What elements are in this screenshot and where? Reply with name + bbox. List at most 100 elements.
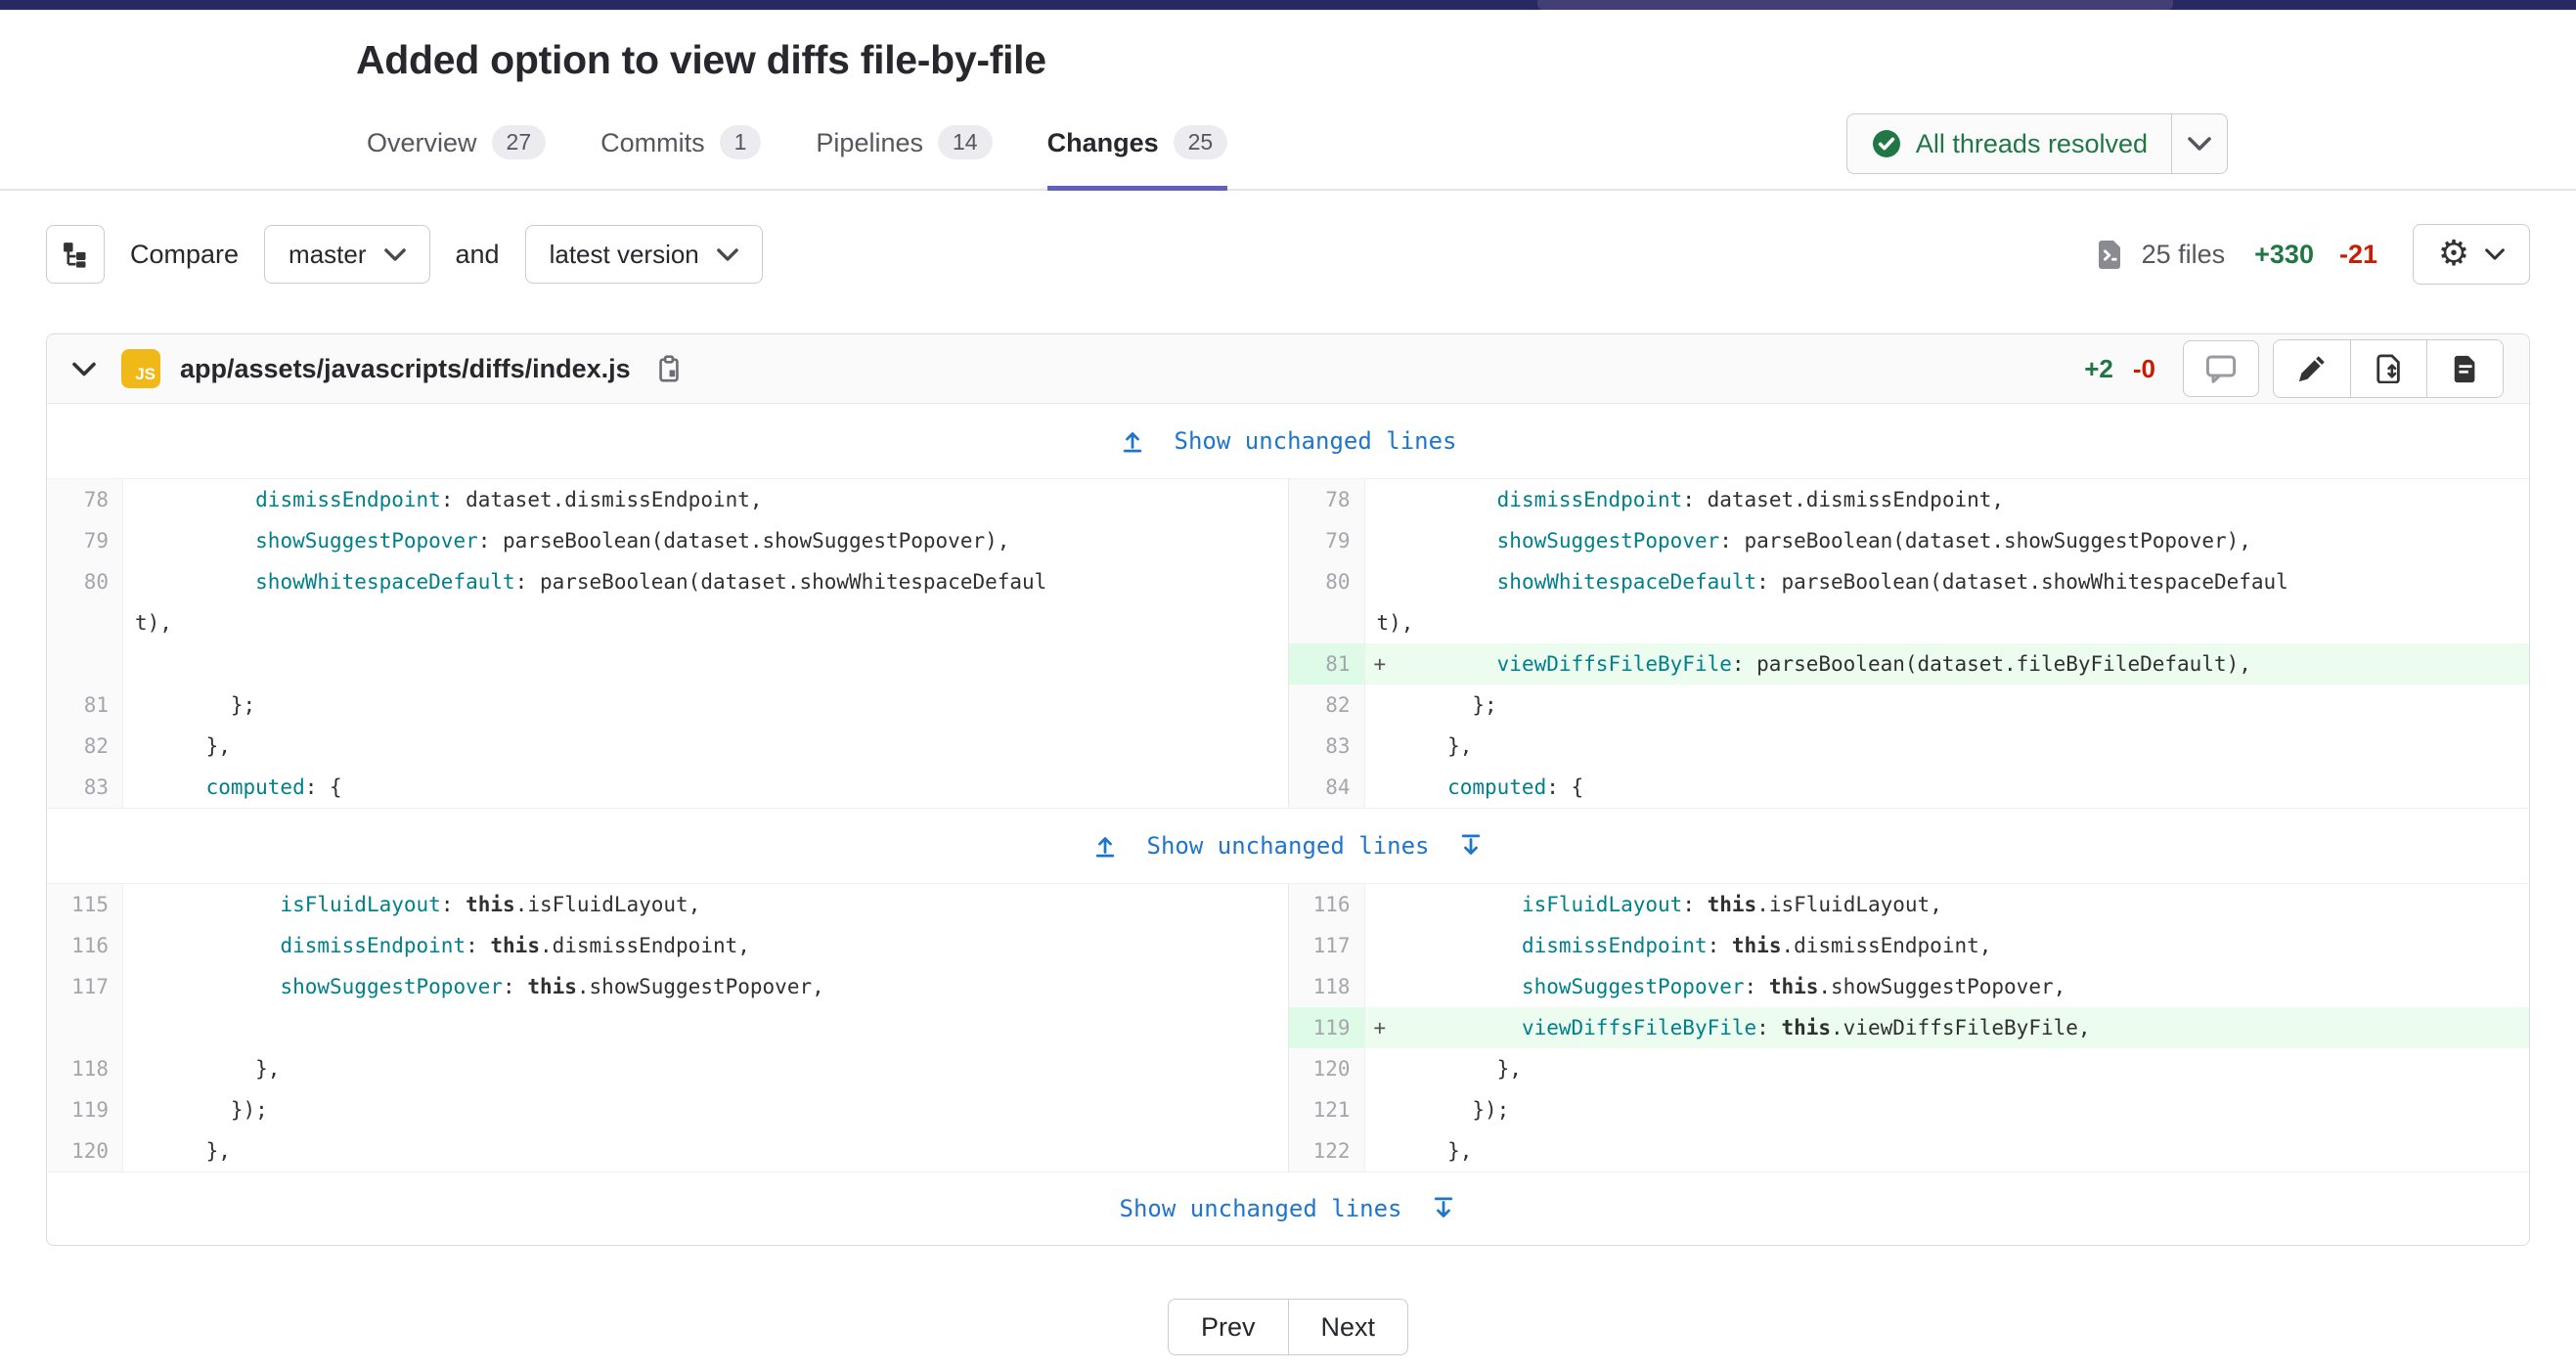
file-deletions: -0 [2133, 354, 2155, 384]
line-number[interactable]: 118 [1288, 966, 1365, 1007]
show-unchanged-lines-link[interactable]: Show unchanged lines [47, 1172, 2529, 1245]
line-number[interactable]: 79 [1288, 520, 1365, 561]
diff-settings-button[interactable]: ⚙ [2413, 224, 2530, 285]
source-branch-value: master [289, 240, 366, 270]
expander-label: Show unchanged lines [1147, 832, 1430, 860]
chevron-down-icon [717, 248, 738, 261]
code-line: }; [1365, 685, 2530, 726]
diff-marker [123, 726, 156, 767]
next-file-button[interactable]: Next [1288, 1299, 1409, 1355]
code-line: }, [123, 1048, 1288, 1089]
file-tree-toggle-button[interactable] [46, 225, 105, 284]
code-line: showWhitespaceDefault: parseBoolean(data… [123, 561, 1288, 602]
line-number[interactable]: 84 [1288, 767, 1365, 808]
diff-marker: + [1365, 643, 1399, 685]
diff-marker [123, 884, 156, 925]
tab-overview[interactable]: Overview 27 [367, 125, 546, 189]
line-number[interactable]: 80 [47, 561, 123, 602]
line-number[interactable]: 78 [47, 479, 123, 520]
expand-down-icon [1431, 1196, 1456, 1221]
line-number[interactable]: 119 [47, 1089, 123, 1130]
diff-row: 118 }, 120 }, [47, 1048, 2529, 1089]
pencil-icon [2297, 354, 2327, 383]
line-number[interactable]: 80 [1288, 561, 1365, 602]
tab-label: Changes [1047, 126, 1159, 159]
tab-count-badge: 14 [938, 125, 993, 159]
file-additions: +2 [2084, 354, 2113, 384]
line-number[interactable]: 116 [47, 925, 123, 966]
line-number[interactable]: 117 [1288, 925, 1365, 966]
doc-versions-icon [2375, 354, 2404, 383]
line-number[interactable]: 81 [1288, 643, 1365, 685]
code-text: }); [1399, 1089, 1510, 1130]
line-number[interactable]: 116 [1288, 884, 1365, 925]
code-text: viewDiffsFileByFile: parseBoolean(datase… [1399, 643, 2251, 685]
file-path[interactable]: app/assets/javascripts/diffs/index.js [180, 354, 631, 384]
code-text: }, [156, 1048, 280, 1089]
code-text: t), [135, 602, 172, 643]
copy-path-button[interactable] [650, 350, 688, 387]
line-number[interactable]: 79 [47, 520, 123, 561]
expander-label: Show unchanged lines [1120, 1195, 1402, 1222]
diff-row: 120 },122 }, [47, 1130, 2529, 1172]
code-line: }, [123, 1130, 1288, 1172]
line-number[interactable]: 117 [47, 966, 123, 1007]
view-file-button[interactable] [2426, 340, 2503, 397]
line-number[interactable]: 120 [47, 1130, 123, 1172]
diff-marker [1365, 479, 1399, 520]
diff-row: 80 showWhitespaceDefault: parseBoolean(d… [47, 561, 2529, 602]
file-pagination: Prev Next [0, 1299, 2576, 1355]
code-text: dismissEndpoint: this.dismissEndpoint, [1399, 925, 1992, 966]
target-version-value: latest version [550, 240, 699, 270]
target-version-dropdown[interactable]: latest version [525, 225, 763, 284]
tab-changes[interactable]: Changes 25 [1047, 125, 1228, 189]
code-text: showSuggestPopover: parseBoolean(dataset… [1399, 520, 2251, 561]
line-number[interactable]: 81 [47, 685, 123, 726]
check-circle-icon [1871, 128, 1902, 159]
gear-icon: ⚙ [2438, 237, 2469, 272]
line-number[interactable]: 122 [1288, 1130, 1365, 1172]
code-line: showWhitespaceDefault: parseBoolean(data… [1365, 561, 2530, 602]
line-number[interactable]: 118 [47, 1048, 123, 1089]
threads-resolved-main[interactable]: All threads resolved [1847, 114, 2171, 173]
code-line: showSuggestPopover: parseBoolean(dataset… [1365, 520, 2530, 561]
edit-file-button[interactable] [2274, 340, 2350, 397]
code-text: dismissEndpoint: this.dismissEndpoint, [156, 925, 750, 966]
doc-code-icon [2095, 239, 2126, 270]
line-number[interactable]: 82 [47, 726, 123, 767]
diff-marker [123, 685, 156, 726]
tab-commits[interactable]: Commits 1 [600, 125, 761, 189]
diff-row: 81+ viewDiffsFileByFile: parseBoolean(da… [47, 643, 2529, 685]
show-unchanged-lines-link[interactable]: Show unchanged lines [47, 808, 2529, 884]
navbar-search-field[interactable] [1537, 0, 2173, 10]
diff-marker [1365, 884, 1399, 925]
line-number[interactable]: 119 [1288, 1007, 1365, 1048]
prev-file-button[interactable]: Prev [1168, 1299, 1289, 1355]
diff-marker [123, 767, 156, 808]
diff-row: 117 showSuggestPopover: this.showSuggest… [47, 966, 2529, 1007]
code-text: computed: { [156, 767, 342, 808]
line-number[interactable]: 83 [1288, 726, 1365, 767]
diff-marker [1365, 602, 1377, 643]
line-number[interactable]: 115 [47, 884, 123, 925]
line-number[interactable]: 78 [1288, 479, 1365, 520]
tab-count-badge: 25 [1174, 125, 1228, 159]
js-file-icon: JS [121, 349, 160, 388]
all-threads-resolved-button[interactable]: All threads resolved [1846, 113, 2228, 174]
code-line: showSuggestPopover: this.showSuggestPopo… [1365, 966, 2530, 1007]
toggle-comments-button[interactable] [2183, 340, 2259, 397]
code-text: }, [1399, 1048, 1522, 1089]
code-line: }; [123, 685, 1288, 726]
threads-resolved-dropdown[interactable] [2171, 114, 2227, 173]
line-number[interactable]: 121 [1288, 1089, 1365, 1130]
line-number[interactable]: 83 [47, 767, 123, 808]
line-number[interactable]: 120 [1288, 1048, 1365, 1089]
code-text: }); [156, 1089, 268, 1130]
show-unchanged-lines-link[interactable]: Show unchanged lines [47, 404, 2529, 479]
source-branch-dropdown[interactable]: master [264, 225, 429, 284]
tab-pipelines[interactable]: Pipelines 14 [816, 125, 992, 189]
collapse-file-chevron-icon[interactable] [72, 362, 96, 376]
line-number[interactable]: 82 [1288, 685, 1365, 726]
compare-versions-button[interactable] [2350, 340, 2426, 397]
diff-marker [123, 1089, 156, 1130]
